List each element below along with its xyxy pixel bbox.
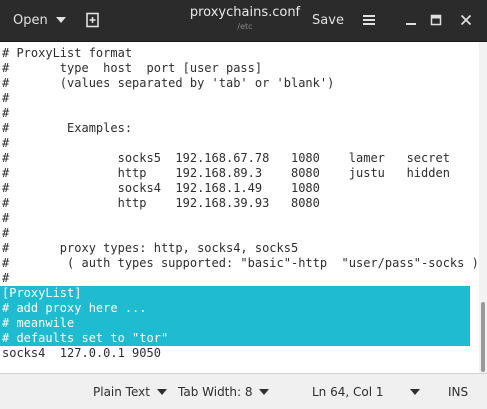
menu-button[interactable] (358, 6, 380, 34)
insert-mode-indicator[interactable]: INS (448, 384, 468, 400)
document-title: proxychains.conf (189, 5, 301, 20)
editor-line[interactable]: # (0, 226, 470, 241)
editor-line[interactable]: socks4 127.0.0.1 9050 (0, 346, 470, 361)
tab-width-selector[interactable]: Tab Width: 8 (178, 384, 270, 400)
save-button-label: Save (312, 12, 344, 28)
save-button[interactable]: Save (308, 6, 348, 34)
editor-line-selected[interactable]: # add proxy here ... (0, 301, 470, 316)
editor-line-selected[interactable]: [ProxyList] (0, 286, 470, 301)
editor-line[interactable]: # proxy types: http, socks4, socks5 (0, 241, 470, 256)
window-title: proxychains.conf /etc (170, 4, 320, 32)
tab-width-label: Tab Width: 8 (178, 385, 253, 399)
new-document-button[interactable] (80, 6, 106, 34)
chevron-down-icon (410, 389, 420, 395)
editor-line[interactable]: # (0, 106, 470, 121)
header-bar: Open proxychains.conf /etc Save (0, 0, 487, 42)
scrollbar-thumb[interactable] (481, 302, 485, 372)
chevron-down-icon (259, 389, 270, 395)
chevron-down-icon (156, 389, 167, 395)
minimize-button[interactable] (400, 6, 422, 34)
editor-line-selected[interactable]: # meanwile (0, 316, 470, 331)
maximize-icon (430, 14, 442, 26)
open-button-label: Open (13, 12, 48, 28)
editor-line[interactable]: # type host port [user pass] (0, 61, 470, 76)
cursor-position-label: Ln 64, Col 1 (312, 385, 384, 399)
editor-line[interactable]: # ProxyList format (0, 46, 470, 61)
editor-line[interactable]: # (0, 211, 470, 226)
editor-line[interactable]: # (0, 271, 470, 286)
status-bar: Plain Text Tab Width: 8 Ln 64, Col 1 INS (0, 373, 487, 409)
editor-line[interactable]: # http 192.168.39.93 8080 (0, 196, 470, 211)
editor-line[interactable]: # socks5 192.168.67.78 1080 lamer secret (0, 151, 470, 166)
hamburger-menu-icon (363, 15, 375, 25)
document-path: /etc (237, 22, 253, 31)
insert-mode-label: INS (448, 385, 469, 399)
vertical-scrollbar[interactable] (479, 42, 487, 373)
editor-line[interactable]: # ( auth types supported: "basic"-http "… (0, 256, 479, 271)
editor-line[interactable]: # Examples: (0, 121, 470, 136)
editor-line[interactable]: # (values separated by 'tab' or 'blank') (0, 76, 470, 91)
editor-line[interactable]: # (0, 136, 470, 151)
cursor-position[interactable]: Ln 64, Col 1 (312, 384, 384, 400)
new-document-icon (86, 12, 99, 28)
maximize-button[interactable] (425, 6, 447, 34)
position-dropdown[interactable] (410, 384, 420, 400)
text-editor[interactable]: # ProxyList format # type host port [use… (0, 42, 487, 373)
editor-line[interactable]: # (0, 91, 470, 106)
chevron-down-icon (55, 17, 66, 23)
editor-line[interactable]: # socks4 192.168.1.49 1080 (0, 181, 470, 196)
editor-line-selected[interactable]: # defaults set to "tor" (0, 331, 470, 346)
language-selector[interactable]: Plain Text (93, 384, 167, 400)
close-button[interactable] (455, 6, 477, 34)
editor-line[interactable]: # http 192.168.89.3 8080 justu hidden (0, 166, 470, 181)
language-label: Plain Text (93, 385, 150, 399)
close-icon (460, 14, 472, 26)
minimize-icon (406, 23, 416, 25)
open-button[interactable]: Open (6, 6, 66, 34)
